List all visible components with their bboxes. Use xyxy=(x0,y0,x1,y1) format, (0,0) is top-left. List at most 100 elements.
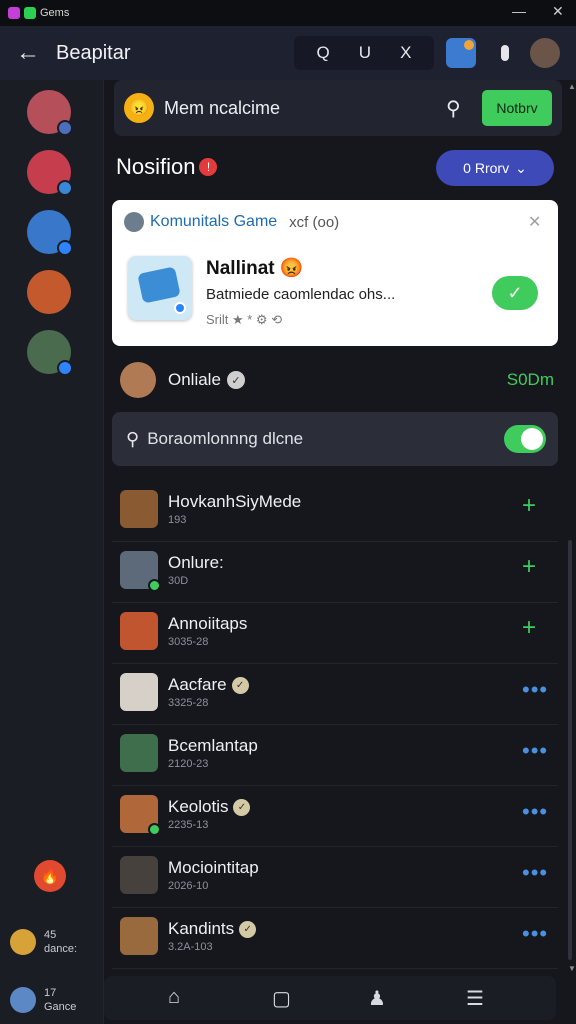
list-item-subtext: 3035-28 xyxy=(168,636,209,648)
list-avatar xyxy=(120,795,161,836)
home-nav-icon[interactable]: ⌂ xyxy=(168,986,180,1009)
toggle-knob xyxy=(521,428,543,450)
profile-icon[interactable] xyxy=(530,38,560,68)
add-friend-icon[interactable]: + xyxy=(522,614,536,642)
window-titlebar: Gems — ✕ xyxy=(0,0,576,26)
list-avatar xyxy=(120,551,161,592)
list-item-name-text: Onlure: xyxy=(168,553,224,572)
list-item-name: HovkanhSiyMede xyxy=(168,492,301,512)
list-item-subtext: 3.2A-103 xyxy=(168,941,213,953)
list-item[interactable]: HovkanhSiyMede 193 + xyxy=(112,482,558,542)
mic-icon[interactable] xyxy=(490,38,520,68)
user-count: 17 xyxy=(44,987,57,999)
list-item-name: Annoiitaps xyxy=(168,614,247,634)
sidebar-avatar-3[interactable] xyxy=(27,210,73,256)
u-tool-icon[interactable]: U xyxy=(359,43,371,63)
verified-icon: ✓ xyxy=(233,798,251,816)
notifications-heading: Nosifion ! xyxy=(116,154,218,180)
list-item[interactable]: Keolotis ✓ 2235-13 ••• xyxy=(112,787,558,847)
list-avatar xyxy=(120,673,158,711)
search-tool-icon[interactable]: Q xyxy=(317,43,330,63)
online-amount: S0Dm xyxy=(506,370,554,389)
scroll-up-arrow-icon[interactable]: ▲ xyxy=(568,82,576,91)
accept-button[interactable]: ✓ xyxy=(492,276,538,310)
community-name[interactable]: Komunitals Game xyxy=(150,213,277,231)
card-header: Komunitals Game xcf (oo) xyxy=(124,212,339,232)
list-item[interactable]: Kandints ✓ 3.2A-103 ••• xyxy=(112,909,558,969)
verified-icon: ✓ xyxy=(231,676,249,694)
media-nav-icon[interactable]: ▢ xyxy=(272,986,291,1011)
user-label: Gance xyxy=(44,1001,77,1013)
x-tool-icon[interactable]: X xyxy=(400,43,411,63)
filter-button[interactable]: 0 Rrorv ⌄ xyxy=(436,150,554,186)
list-item-subtext: 2235-13 xyxy=(168,819,209,831)
page-title: Beapitar xyxy=(56,41,131,64)
list-item-name-text: Bcemlantap xyxy=(168,736,258,755)
header-toolbar: Q U X xyxy=(294,36,434,70)
more-options-icon[interactable]: ••• xyxy=(522,860,548,886)
back-arrow-icon[interactable]: ← xyxy=(0,39,56,67)
top-bar-label: Mem ncalcime xyxy=(164,97,281,118)
main-panel: 😠 Mem ncalcime ⚲ Notbrv Nosifion ! 0 Rro… xyxy=(104,80,566,1024)
list-item-name: Aacfare ✓ xyxy=(168,675,249,695)
app-logo-icon xyxy=(8,7,20,19)
minimize-button[interactable]: — xyxy=(512,3,526,19)
list-item-name: Mociointitap xyxy=(168,858,259,878)
scroll-down-arrow-icon[interactable]: ▼ xyxy=(568,964,576,973)
list-item[interactable]: Bcemlantap 2120-23 ••• xyxy=(112,726,558,786)
list-item-name-text: Kandints xyxy=(168,919,235,938)
search-icon[interactable]: ⚲ xyxy=(446,96,461,121)
add-friend-icon[interactable]: + xyxy=(522,553,536,581)
search-toggle[interactable] xyxy=(504,425,546,453)
more-options-icon[interactable]: ••• xyxy=(522,799,548,825)
search-bar[interactable]: ⚲ Boraomlonnng dlcne xyxy=(112,412,558,466)
list-avatar xyxy=(120,856,158,894)
close-window-button[interactable]: ✕ xyxy=(552,3,564,20)
close-icon[interactable]: ✕ xyxy=(528,212,541,232)
more-options-icon[interactable]: ••• xyxy=(522,921,548,947)
sidebar-avatar-5[interactable] xyxy=(27,330,73,376)
sidebar-avatar-2[interactable] xyxy=(27,150,73,196)
list-item[interactable]: Annoiitaps 3035-28 + xyxy=(112,604,558,664)
sidebar-user-1[interactable]: 45 dance: xyxy=(10,928,77,956)
list-item[interactable]: Aacfare ✓ 3325-28 ••• xyxy=(112,665,558,725)
card-title-text: Nallinat xyxy=(206,258,275,279)
list-item[interactable]: Mociointitap 2026-10 ••• xyxy=(112,848,558,908)
alert-badge-icon: ! xyxy=(199,158,218,176)
status-pip-icon xyxy=(57,180,73,196)
search-icon: ⚲ xyxy=(126,428,140,449)
list-item-name-text: Mociointitap xyxy=(168,858,259,877)
sidebar-avatar-4[interactable] xyxy=(27,270,71,314)
sidebar: 🔥 45 dance: 17 Gance xyxy=(0,80,104,1024)
list-item[interactable]: Onlure: 30D + xyxy=(112,543,558,603)
card-meta: Srilt ★ * ⚙ ⟲ xyxy=(206,312,283,327)
fire-badge-icon[interactable]: 🔥 xyxy=(34,860,66,892)
list-item-subtext: 30D xyxy=(168,575,189,587)
top-bar: 😠 Mem ncalcime ⚲ Notbrv xyxy=(114,80,562,136)
user-label: dance: xyxy=(44,943,78,955)
more-options-icon[interactable]: ••• xyxy=(522,677,548,703)
status-pip-icon xyxy=(57,120,73,136)
app-badge-icon xyxy=(24,7,36,19)
notification-card[interactable]: Komunitals Game xcf (oo) ✕ Nallinat 😡 Ba… xyxy=(112,200,558,346)
search-input[interactable]: Boraomlonnng dlcne xyxy=(147,429,303,449)
online-row[interactable]: Onliale ✓ S0Dm xyxy=(120,360,554,400)
list-item-subtext: 2026-10 xyxy=(168,880,209,892)
list-avatar xyxy=(120,612,158,650)
app-name: Gems xyxy=(40,7,70,19)
add-friend-icon[interactable]: + xyxy=(522,492,536,520)
scrollbar-thumb[interactable] xyxy=(568,540,572,960)
scrollbar[interactable] xyxy=(568,80,574,980)
sidebar-avatar-1[interactable] xyxy=(27,90,73,136)
list-nav-icon[interactable]: ☰ xyxy=(466,986,484,1011)
sidebar-user-2[interactable]: 17 Gance xyxy=(10,986,76,1014)
avatar-icon[interactable] xyxy=(446,38,476,68)
verified-icon: ✓ xyxy=(239,920,257,938)
notify-button[interactable]: Notbrv xyxy=(482,90,552,126)
more-options-icon[interactable]: ••• xyxy=(522,738,548,764)
verified-icon: ✓ xyxy=(226,371,245,389)
profile-nav-icon[interactable]: ♟ xyxy=(368,986,386,1011)
online-pip-icon xyxy=(148,823,161,836)
list-item-subtext: 193 xyxy=(168,514,187,526)
list-item-name: Kandints ✓ xyxy=(168,919,257,939)
